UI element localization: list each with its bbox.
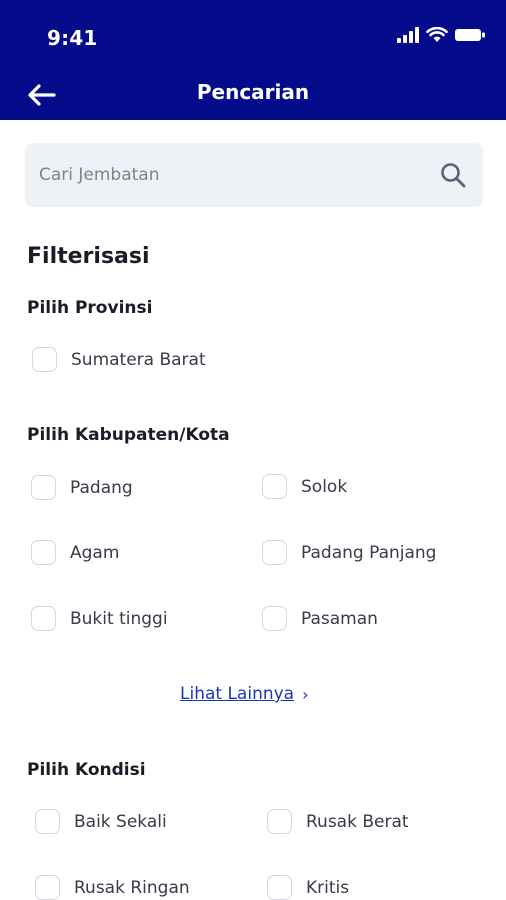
checkbox-rusak-ringan[interactable]: Rusak Ringan [35,875,190,900]
signal-icon [397,27,419,43]
checkbox-box[interactable] [31,540,56,565]
checkbox-agam[interactable]: Agam [31,540,119,565]
checkbox-baik-sekali[interactable]: Baik Sekali [35,809,167,834]
checkbox-label: Rusak Berat [306,811,409,832]
checkbox-box[interactable] [262,474,287,499]
checkbox-box[interactable] [31,606,56,631]
checkbox-box[interactable] [35,809,60,834]
checkbox-box[interactable] [32,347,57,372]
checkbox-box[interactable] [262,540,287,565]
checkbox-box[interactable] [267,875,292,900]
checkbox-label: Baik Sekali [74,811,167,832]
status-time: 9:41 [47,26,98,50]
kabupaten-label: Pilih Kabupaten/Kota [27,425,230,445]
see-more-link[interactable]: Lihat Lainnya › [180,684,309,704]
status-icons [396,27,486,43]
checkbox-label: Padang [70,477,133,498]
checkbox-label: Rusak Ringan [74,877,190,898]
app-bar: Pencarian [0,70,506,120]
battery-icon [455,29,485,41]
provinsi-label: Pilih Provinsi [27,298,153,318]
wifi-icon [426,27,448,42]
filter-heading: Filterisasi [27,244,150,269]
checkbox-padang-panjang[interactable]: Padang Panjang [262,540,436,565]
search-bar [25,143,483,207]
checkbox-box[interactable] [262,606,287,631]
search-icon [441,163,466,188]
kondisi-label: Pilih Kondisi [27,760,146,780]
checkbox-label: Solok [301,476,348,497]
chevron-right-icon: › [302,684,309,704]
checkbox-label: Pasaman [301,608,378,629]
page-title: Pencarian [196,80,310,104]
checkbox-box[interactable] [35,875,60,900]
search-button[interactable] [439,161,467,189]
checkbox-pasaman[interactable]: Pasaman [262,606,378,631]
checkbox-label: Bukit tinggi [70,608,168,629]
checkbox-label: Padang Panjang [301,542,437,563]
checkbox-rusak-berat[interactable]: Rusak Berat [267,809,409,834]
checkbox-label: Agam [70,542,120,563]
status-bar: 9:41 [0,0,506,70]
checkbox-box[interactable] [31,475,56,500]
checkbox-sumatera-barat[interactable]: Sumatera Barat [32,347,206,372]
checkbox-padang[interactable]: Padang [31,475,133,500]
checkbox-label: Sumatera Barat [71,349,206,370]
checkbox-bukit-tinggi[interactable]: Bukit tinggi [31,606,168,631]
checkbox-box[interactable] [267,809,292,834]
search-input[interactable] [39,155,419,195]
checkbox-solok[interactable]: Solok [262,474,347,499]
checkbox-label: Kritis [306,877,350,898]
see-more-label: Lihat Lainnya [180,684,295,704]
checkbox-kritis[interactable]: Kritis [267,875,349,900]
